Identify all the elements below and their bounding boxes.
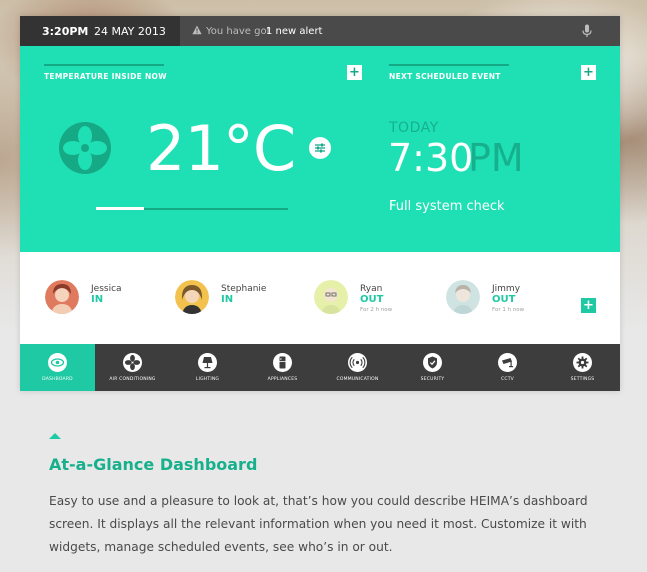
people-panel: Jessica IN Stephanie IN Ryan OUT For 2 h…	[20, 252, 620, 344]
person-status: OUT	[360, 294, 384, 305]
article-title: At-a-Glance Dashboard	[49, 455, 258, 474]
person-name: Jimmy	[492, 284, 521, 294]
person-status: IN	[221, 294, 234, 305]
shield-icon	[423, 353, 442, 372]
avatar	[45, 280, 79, 314]
person-status: IN	[91, 294, 104, 305]
nav-label: LIGHTING	[195, 377, 220, 382]
nav-label: AIR CONDITIONING	[109, 377, 156, 382]
alert-count[interactable]: 1 new alert	[266, 26, 322, 37]
nav-label: CCTV	[501, 377, 514, 382]
nav-lighting[interactable]: LIGHTING	[170, 344, 245, 391]
nav-label: APPLIANCES	[267, 377, 298, 382]
nav-appliances[interactable]: APPLIANCES	[245, 344, 320, 391]
clock-date: 24 MAY 2013	[94, 25, 166, 38]
person-name: Stephanie	[221, 284, 267, 294]
nav-security[interactable]: SECURITY	[395, 344, 470, 391]
event-day: TODAY	[389, 120, 439, 136]
fridge-icon	[273, 353, 292, 372]
gear-icon	[573, 353, 592, 372]
add-person-button[interactable]: +	[581, 298, 596, 313]
signal-icon	[348, 353, 367, 372]
person-name: Ryan	[360, 284, 383, 294]
avatar	[314, 280, 348, 314]
fan-icon	[59, 122, 111, 174]
temperature-slider-fill	[96, 207, 144, 210]
person-away-duration: For 1 h now	[492, 307, 525, 313]
add-temperature-widget-button[interactable]: +	[347, 65, 362, 80]
event-time: 7:30	[388, 136, 474, 180]
alert-text[interactable]: You have got	[206, 26, 271, 37]
nav-label: SETTINGS	[570, 377, 595, 382]
clock-time: 3:20PM	[42, 25, 89, 38]
person-status: OUT	[492, 294, 516, 305]
temperature-slider[interactable]	[96, 207, 288, 210]
nav-settings[interactable]: SETTINGS	[545, 344, 620, 391]
warning-icon	[192, 25, 202, 35]
avatar	[175, 280, 209, 314]
nav-label: COMMUNICATION	[336, 377, 379, 382]
sliders-icon[interactable]	[309, 137, 331, 159]
event-title: NEXT SCHEDULED EVENT	[389, 72, 501, 81]
article-body: Easy to use and a pleasure to look at, t…	[49, 494, 588, 554]
lamp-icon	[198, 353, 217, 372]
nav-air-conditioning[interactable]: AIR CONDITIONING	[95, 344, 170, 391]
main-panel: TEMPERATURE INSIDE NOW + 21°C NEXT SCHED…	[20, 46, 620, 252]
status-bar: 3:20PM 24 MAY 2013 You have got 1 new al…	[20, 16, 620, 46]
nav-dashboard[interactable]: DASHBOARD	[20, 344, 95, 391]
bottom-nav: DASHBOARD AIR CONDITIONING LIGHTING APPL…	[20, 344, 620, 391]
temperature-title: TEMPERATURE INSIDE NOW	[44, 72, 167, 81]
event-ampm: PM	[468, 136, 524, 180]
nav-label: DASHBOARD	[42, 377, 73, 382]
nav-communication[interactable]: COMMUNICATION	[320, 344, 395, 391]
nav-label: SECURITY	[420, 377, 445, 382]
arrow-up-icon	[49, 433, 61, 439]
person-away-duration: For 2 h now	[360, 307, 393, 313]
eye-icon	[48, 353, 67, 372]
avatar	[446, 280, 480, 314]
microphone-icon[interactable]	[581, 24, 593, 38]
event-name[interactable]: Full system check	[389, 199, 505, 214]
temperature-value: 21°C	[146, 112, 296, 185]
fan-icon	[123, 353, 142, 372]
camera-icon	[498, 353, 517, 372]
temperature-rule	[44, 64, 164, 66]
dashboard-screen: 3:20PM 24 MAY 2013 You have got 1 new al…	[20, 16, 620, 391]
event-rule	[389, 64, 509, 66]
person-name: Jessica	[91, 284, 122, 294]
add-event-button[interactable]: +	[581, 65, 596, 80]
nav-cctv[interactable]: CCTV	[470, 344, 545, 391]
